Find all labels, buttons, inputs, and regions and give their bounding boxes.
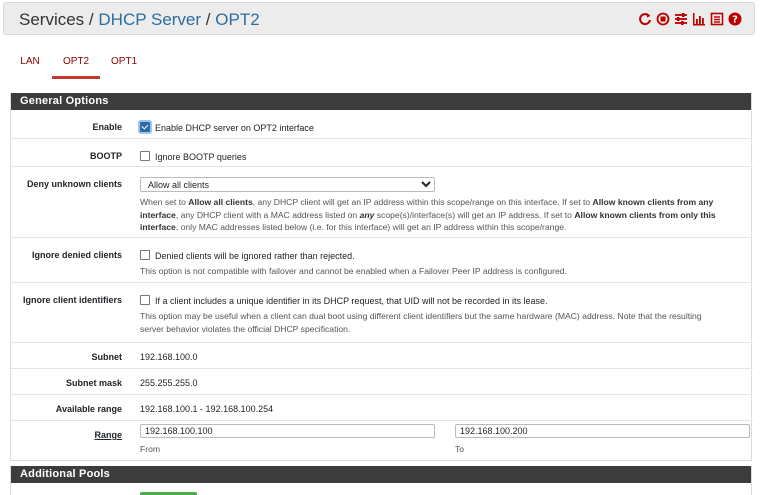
bootp-text: Ignore BOOTP queries <box>155 152 247 162</box>
ignore-denied-field: Denied clients will be ignored rather th… <box>140 250 355 261</box>
ignore-denied-label: Ignore denied clients <box>31 250 122 260</box>
breadcrumb-services: Services <box>19 10 85 29</box>
available-range-row: Available range 192.168.100.1 - 192.168.… <box>11 394 753 421</box>
range-to-input[interactable] <box>455 424 750 438</box>
breadcrumb: Services / DHCP Server / OPT2 <box>19 10 260 30</box>
tab-lan[interactable]: LAN <box>10 45 50 76</box>
deny-unknown-row: Deny unknown clients Allow all clients W… <box>11 166 753 238</box>
header-icons: ? <box>638 12 742 26</box>
subnet-mask-label: Subnet mask <box>65 378 122 388</box>
deny-unknown-label: Deny unknown clients <box>26 179 122 189</box>
subnet-row: Subnet 192.168.100.0 <box>11 342 753 369</box>
tab-opt2[interactable]: OPT2 <box>52 45 100 79</box>
range-row: Range From To <box>11 420 753 460</box>
enable-label: Enable <box>92 122 122 132</box>
breadcrumb-separator: / <box>88 10 94 29</box>
panel-title: General Options <box>11 93 751 110</box>
deny-unknown-help: When set to Allow all clients, any DHCP … <box>140 197 716 232</box>
enable-row: Enable Enable DHCP server on OPT2 interf… <box>11 110 753 138</box>
ignore-identifiers-text: If a client includes a unique identifier… <box>155 296 548 306</box>
stop-icon[interactable] <box>656 12 670 26</box>
ignore-denied-help: This option is not compatible with failo… <box>140 266 567 276</box>
page-header: Services / DHCP Server / OPT2 ? <box>3 2 755 35</box>
ignore-denied-text: Denied clients will be ignored rather th… <box>155 251 355 261</box>
range-to-label: To <box>455 444 465 454</box>
bootp-label: BOOTP <box>89 151 122 161</box>
bootp-checkbox[interactable] <box>140 151 150 161</box>
breadcrumb-dhcp-server[interactable]: DHCP Server <box>98 10 201 29</box>
breadcrumb-separator: / <box>205 10 211 29</box>
available-range-label: Available range <box>55 404 122 414</box>
ignore-identifiers-checkbox[interactable] <box>140 295 150 305</box>
log-icon[interactable] <box>710 12 724 26</box>
range-label: Range <box>94 430 122 440</box>
bootp-row: BOOTP Ignore BOOTP queries <box>11 138 753 167</box>
help-icon[interactable]: ? <box>728 12 742 26</box>
enable-text: Enable DHCP server on OPT2 interface <box>155 123 314 133</box>
ignore-identifiers-row: Ignore client identifiers If a client in… <box>11 282 753 340</box>
interface-tabs: LAN OPT2 OPT1 <box>10 45 750 79</box>
deny-unknown-select[interactable]: Allow all clients <box>140 177 435 192</box>
breadcrumb-opt2[interactable]: OPT2 <box>215 10 259 29</box>
ignore-denied-checkbox[interactable] <box>140 250 150 260</box>
subnet-label: Subnet <box>91 352 123 362</box>
ignore-identifiers-field: If a client includes a unique identifier… <box>140 295 548 306</box>
chart-icon[interactable] <box>692 12 706 26</box>
bootp-field: Ignore BOOTP queries <box>140 151 246 162</box>
panel-title: Additional Pools <box>11 466 751 483</box>
tab-opt1[interactable]: OPT1 <box>106 45 142 76</box>
subnet-mask-row: Subnet mask 255.255.255.0 <box>11 368 753 395</box>
range-from-input[interactable] <box>140 424 435 438</box>
subnet-mask-value: 255.255.255.0 <box>140 378 198 388</box>
sliders-icon[interactable] <box>674 12 688 26</box>
enable-checkbox[interactable] <box>140 122 150 132</box>
ignore-identifiers-help: This option may be useful when a client … <box>140 311 702 334</box>
svg-text:?: ? <box>732 15 738 26</box>
ignore-denied-row: Ignore denied clients Denied clients wil… <box>11 237 753 283</box>
range-from-label: From <box>140 444 161 454</box>
general-options-panel: General Options Enable Enable DHCP serve… <box>10 93 753 461</box>
ignore-identifiers-label: Ignore client identifiers <box>22 295 122 305</box>
enable-field: Enable DHCP server on OPT2 interface <box>140 122 314 133</box>
subnet-value: 192.168.100.0 <box>140 352 198 362</box>
available-range-value: 192.168.100.1 - 192.168.100.254 <box>140 404 274 414</box>
reload-icon[interactable] <box>638 12 652 26</box>
additional-pools-panel: Additional Pools <box>10 466 752 495</box>
